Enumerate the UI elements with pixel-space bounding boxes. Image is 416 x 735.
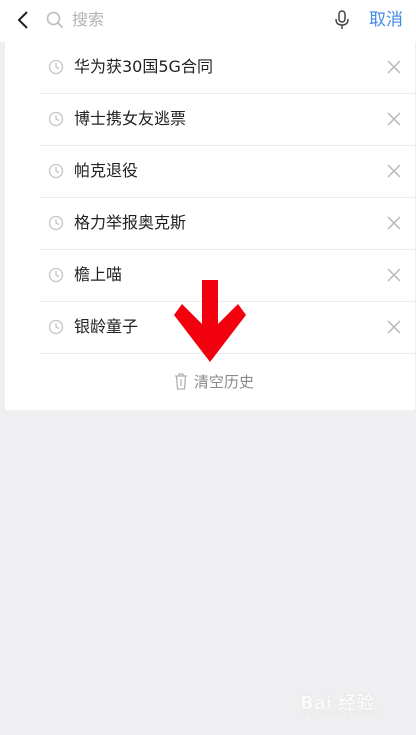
cancel-button[interactable]: 取消 (369, 9, 403, 31)
search-bar: 搜索 取消 (0, 0, 416, 42)
clock-icon (48, 163, 64, 179)
clock-icon (48, 319, 64, 335)
delete-icon[interactable] (387, 60, 401, 74)
delete-icon[interactable] (387, 216, 401, 230)
history-item[interactable]: 博士携女友逃票 (5, 94, 415, 146)
history-item-label: 华为获30国5G合同 (74, 57, 213, 76)
history-item[interactable]: 帕克退役 (5, 146, 415, 198)
delete-icon[interactable] (387, 268, 401, 282)
baidu-jingyan-watermark: Bai 经验 jingyan.baidu.com (296, 681, 412, 721)
delete-icon[interactable] (387, 320, 401, 334)
clear-history-label: 清空历史 (194, 373, 255, 391)
down-arrow-annotation (174, 280, 246, 362)
history-item-label: 博士携女友逃票 (74, 109, 187, 128)
delete-icon[interactable] (387, 164, 401, 178)
history-item-label: 帕克退役 (74, 161, 139, 180)
history-item[interactable]: 华为获30国5G合同 (5, 42, 415, 94)
history-item[interactable]: 格力举报奥克斯 (5, 198, 415, 250)
clock-icon (48, 59, 64, 75)
watermark-subtext: jingyan.baidu.com (304, 709, 378, 718)
clock-icon (48, 215, 64, 231)
back-icon[interactable] (14, 10, 34, 30)
search-icon (46, 11, 64, 29)
history-item-label: 银龄童子 (74, 317, 139, 336)
history-item-label: 檐上喵 (74, 265, 123, 284)
clock-icon (48, 111, 64, 127)
search-input[interactable]: 搜索 (72, 9, 312, 31)
microphone-icon[interactable] (333, 10, 351, 30)
clock-icon (48, 267, 64, 283)
delete-icon[interactable] (387, 112, 401, 126)
history-item-label: 格力举报奥克斯 (74, 213, 187, 232)
trash-icon (175, 373, 187, 390)
